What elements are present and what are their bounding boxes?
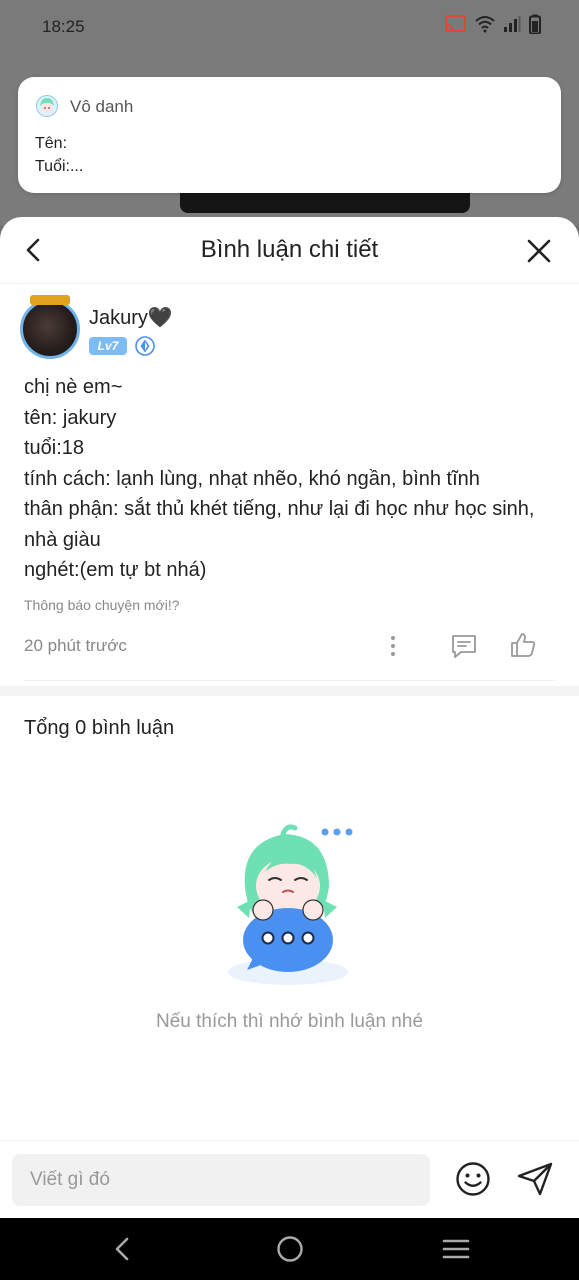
signal-icon bbox=[504, 16, 521, 32]
battery-icon bbox=[529, 14, 541, 34]
status-time: 18:25 bbox=[42, 17, 85, 36]
comment-icon[interactable] bbox=[450, 632, 478, 660]
comment-detail-sheet: Bình luận chi tiết Jakury🖤 Lv7 chị nè em… bbox=[0, 217, 579, 1218]
comment-input-bar bbox=[0, 1140, 579, 1219]
empty-state-mascot-icon bbox=[228, 824, 353, 985]
post-line: tuổi:18 bbox=[24, 437, 85, 459]
diamond-icon bbox=[135, 336, 155, 356]
notification-avatar-icon bbox=[36, 95, 58, 117]
post-line: tên: jakury bbox=[24, 406, 117, 429]
comments-count: Tổng 0 bình luận bbox=[24, 717, 175, 739]
status-icons bbox=[443, 14, 541, 34]
empty-state-text: Nếu thích thì nhớ bình luận nhé bbox=[155, 1011, 424, 1032]
notification-line: Tên: bbox=[35, 135, 68, 152]
wifi-icon bbox=[475, 16, 495, 33]
avatar-frame-badge bbox=[30, 295, 70, 305]
status-bar: 18:25 bbox=[0, 0, 579, 56]
comment-input[interactable] bbox=[12, 1154, 430, 1206]
cast-icon bbox=[444, 15, 466, 33]
avatar[interactable] bbox=[20, 299, 80, 359]
section-separator bbox=[0, 686, 579, 696]
close-icon[interactable] bbox=[527, 239, 551, 263]
system-nav-bar bbox=[0, 1218, 579, 1280]
post-line: tính cách: lạnh lùng, nhạt nhẽo, khó ngầ… bbox=[24, 467, 480, 490]
notification-body: Tên: Tuổi:... bbox=[35, 132, 83, 178]
post-line: chị nè em~ bbox=[24, 376, 123, 398]
divider bbox=[24, 680, 555, 681]
emoji-icon[interactable] bbox=[455, 1161, 491, 1197]
more-options-icon[interactable] bbox=[383, 635, 403, 657]
nav-home-icon[interactable] bbox=[276, 1235, 304, 1263]
post-content: chị nè em~ tên: jakury tuổi:18 tính cách… bbox=[24, 372, 564, 586]
like-icon[interactable] bbox=[509, 631, 537, 659]
post-note: Thông báo chuyện mới!? bbox=[24, 597, 180, 613]
post-line: thân phận: sắt thủ khét tiếng, như lại đ… bbox=[24, 498, 535, 520]
page-title: Bình luận chi tiết bbox=[200, 236, 379, 263]
nav-menu-icon[interactable] bbox=[442, 1237, 470, 1261]
nav-back-icon[interactable] bbox=[110, 1236, 136, 1262]
post-line: nhà giàu bbox=[24, 528, 101, 551]
notification-sender: Vô danh bbox=[70, 97, 134, 116]
notification-line: Tuổi:... bbox=[35, 158, 84, 175]
post-timestamp: 20 phút trước bbox=[24, 636, 127, 655]
send-icon[interactable] bbox=[516, 1161, 554, 1197]
notification-banner[interactable]: Vô danh Tên: Tuổi:... bbox=[18, 77, 561, 193]
author-name[interactable]: Jakury🖤 bbox=[89, 305, 173, 330]
sheet-header: Bình luận chi tiết bbox=[0, 217, 579, 284]
post-line: nghét:(em tự bt nhá) bbox=[24, 559, 207, 581]
level-badge: Lv7 bbox=[89, 337, 127, 355]
